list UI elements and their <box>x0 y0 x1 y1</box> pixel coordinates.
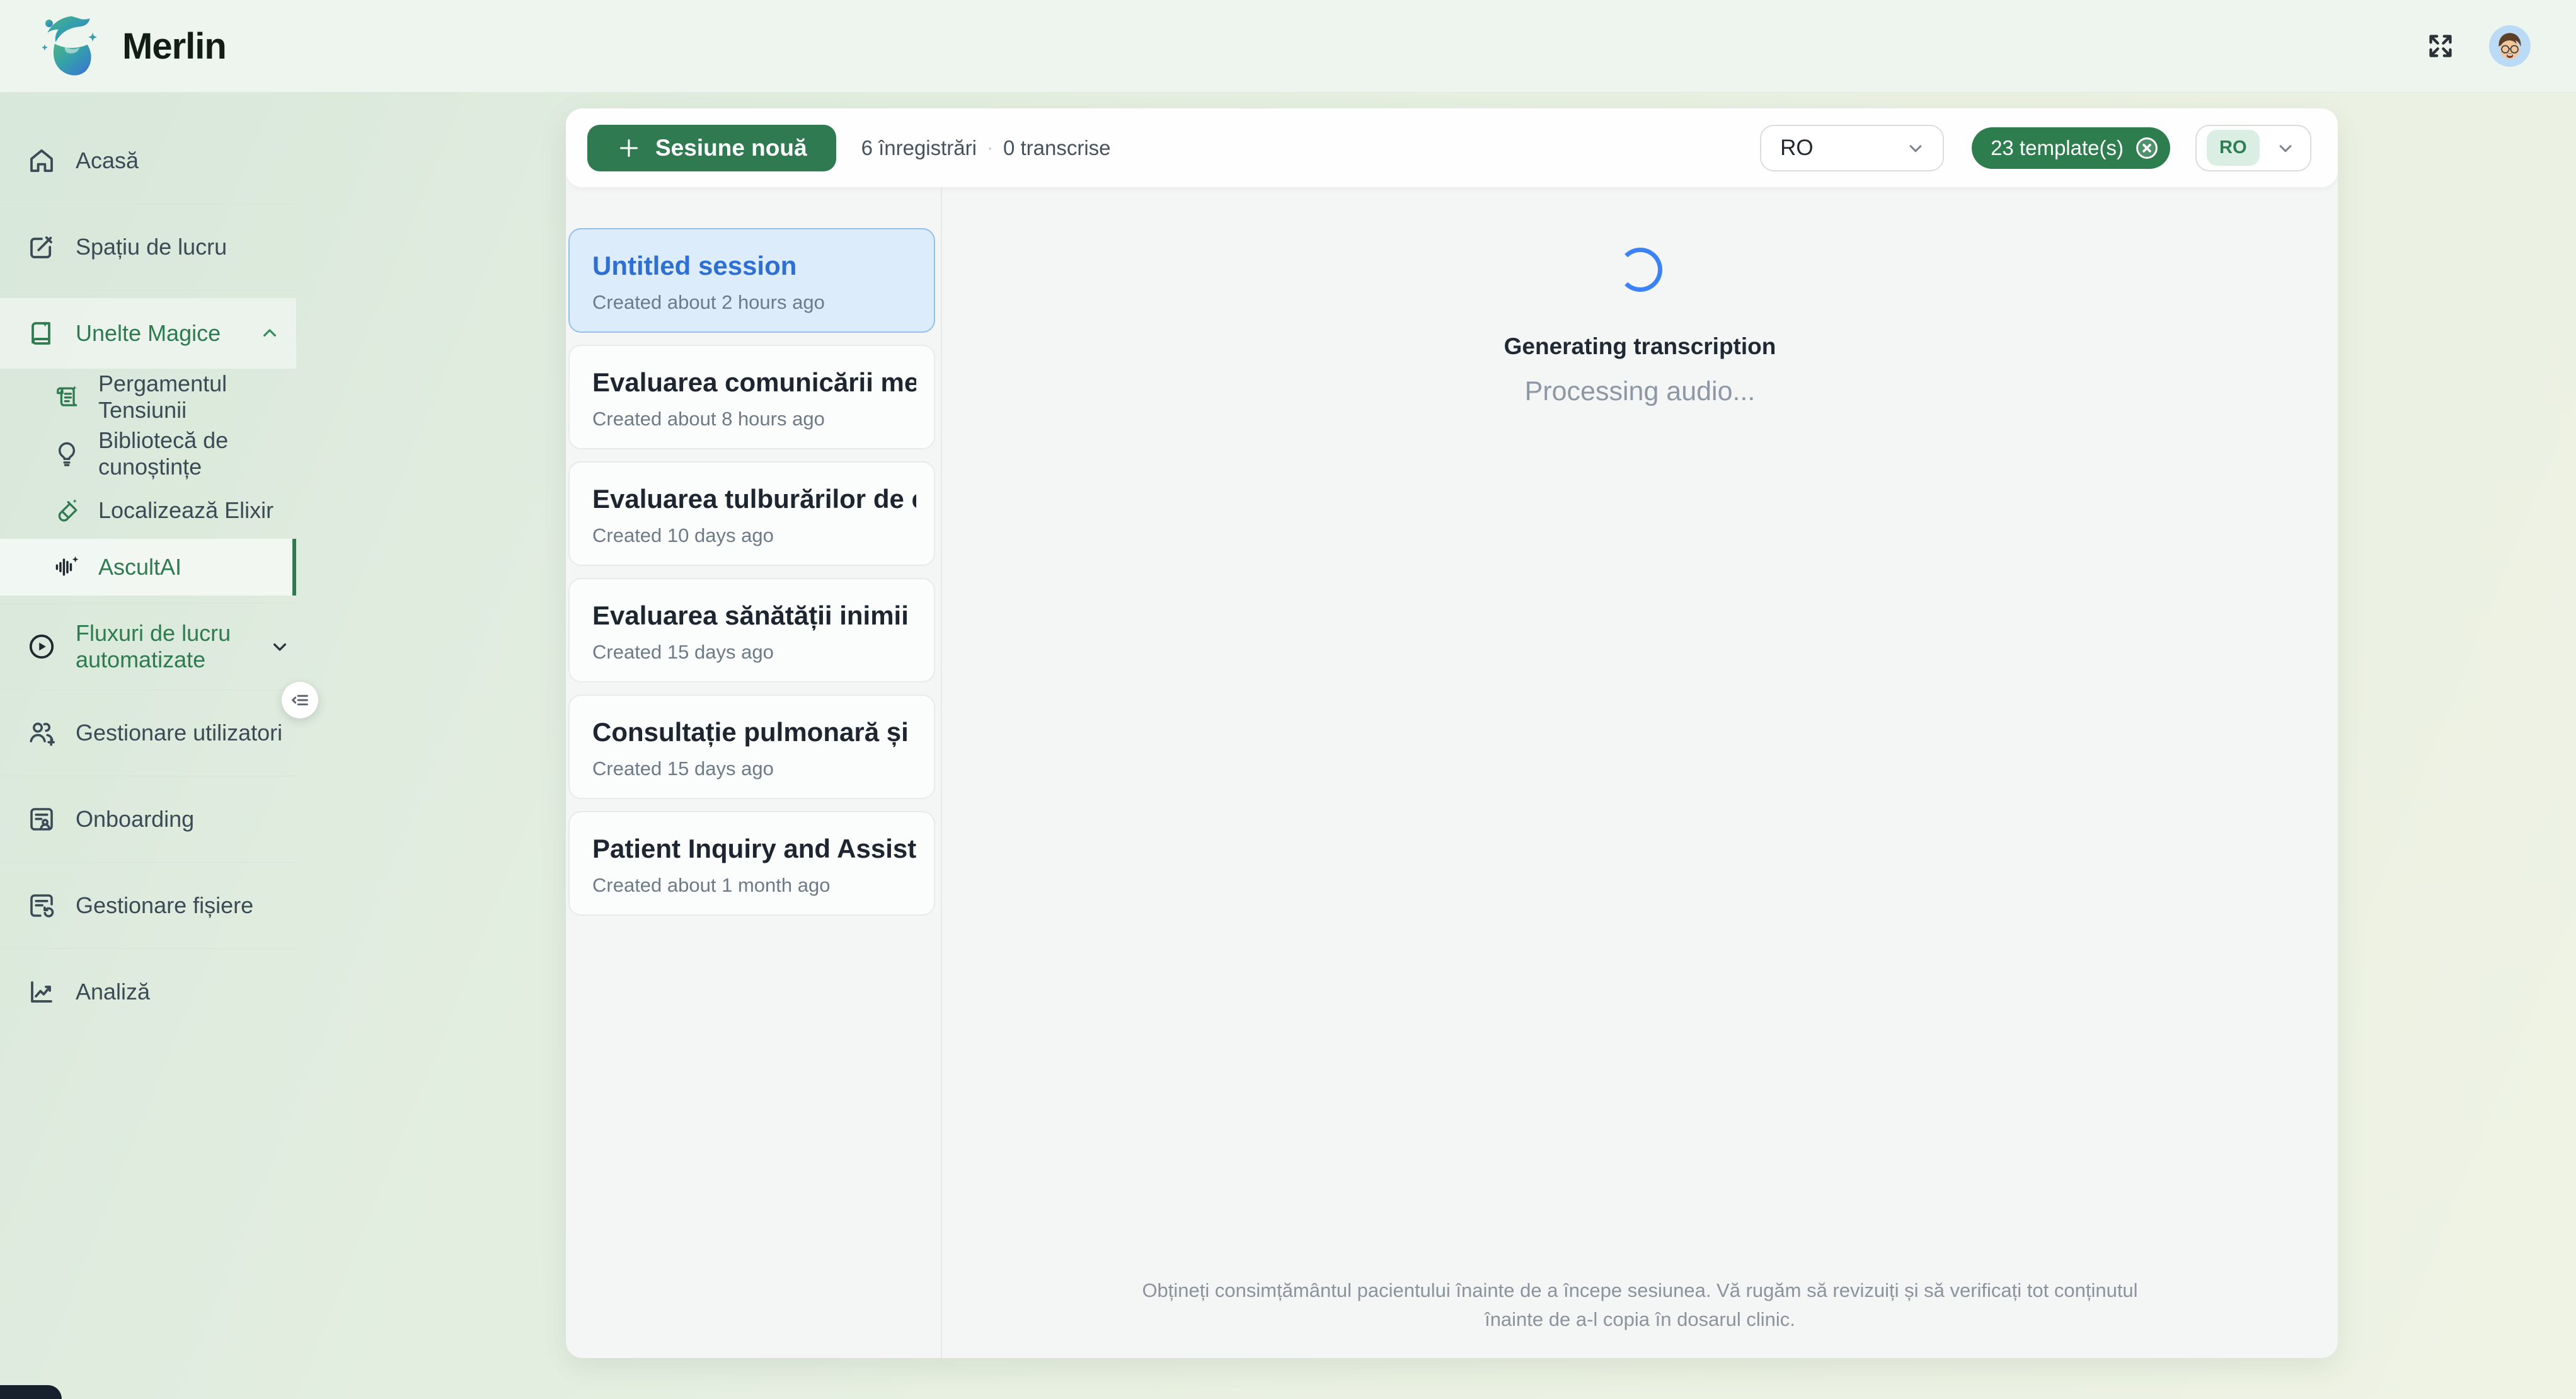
sidebar-item-label: Localizează Elixir <box>98 497 273 524</box>
templates-badge[interactable]: 23 template(s) <box>1972 127 2170 169</box>
app-title: Merlin <box>122 25 226 67</box>
app-header: Merlin <box>0 0 2576 93</box>
clear-templates-icon[interactable] <box>2134 135 2160 161</box>
file-sync-icon <box>26 890 57 921</box>
sidebar-item-label: Gestionare utilizatori <box>76 720 282 746</box>
sidebar-collapse-button[interactable] <box>282 682 318 718</box>
sidebar-item-pergamentul-tensiunii[interactable]: Pergamentul Tensiunii <box>0 369 296 425</box>
edit-square-icon <box>26 232 57 262</box>
sidebar-item-label: Analiză <box>76 979 150 1005</box>
session-created: Created 15 days ago <box>592 757 916 780</box>
sidebar-section-fluxuri-automatizate[interactable]: Fluxuri de lucru automatizate <box>0 611 296 682</box>
sidebar-section-unelte-magice[interactable]: Unelte Magice <box>0 298 296 369</box>
sidebar-item-label: Acasă <box>76 147 139 174</box>
chevron-up-icon <box>257 321 282 346</box>
sidebar-item-localizeaza-elixir[interactable]: Localizează Elixir <box>0 482 296 539</box>
sidebar-item-label: Onboarding <box>76 806 194 832</box>
sidebar-item-label: Fluxuri de lucru automatizate <box>76 620 248 673</box>
sidebar-item-label: Pergamentul Tensiunii <box>98 371 296 423</box>
analytics-chart-icon <box>26 977 57 1007</box>
session-created: Created 10 days ago <box>592 524 916 547</box>
session-title: Untitled session <box>592 250 916 282</box>
test-tube-sparkle-icon <box>53 497 81 524</box>
chevron-down-icon <box>1904 136 1928 160</box>
sidebar-item-label: Spațiu de lucru <box>76 234 227 260</box>
session-card[interactable]: Consultație pulmonară și suport ... Crea… <box>568 694 935 799</box>
sidebar-item-acasa[interactable]: Acasă <box>0 125 296 196</box>
corner-overlay-chip <box>0 1385 62 1399</box>
magic-book-icon <box>26 318 57 348</box>
sidebar-item-analiza[interactable]: Analiză <box>0 957 296 1027</box>
transcription-loading: Generating transcription Processing audi… <box>942 248 2338 407</box>
onboarding-document-icon <box>26 804 57 834</box>
session-toolbar: Sesiune nouă 6 înregistrări · 0 transcri… <box>566 108 2338 187</box>
session-title: Evaluarea comunicării medicale. <box>592 366 916 399</box>
session-card[interactable]: Evaluarea sănătății inimii Created 15 da… <box>568 578 935 682</box>
session-created: Created about 2 hours ago <box>592 291 916 314</box>
new-session-button[interactable]: Sesiune nouă <box>587 125 836 171</box>
collapse-sidebar-icon <box>289 689 311 711</box>
session-created: Created about 8 hours ago <box>592 408 916 430</box>
fullscreen-expand-icon <box>2425 30 2456 62</box>
stats-separator: · <box>987 137 993 159</box>
records-count: 6 înregistrări <box>861 136 977 160</box>
session-card[interactable]: Evaluarea comunicării medicale. Created … <box>568 345 935 449</box>
plus-icon <box>616 135 641 161</box>
loading-status-title: Generating transcription <box>1504 333 1776 360</box>
sidebar-item-ascultai[interactable]: AscultAI <box>0 539 296 596</box>
session-title: Patient Inquiry and Assistance <box>592 832 916 865</box>
loading-spinner <box>1618 248 1662 292</box>
sidebar-item-spatiu-de-lucru[interactable]: Spațiu de lucru <box>0 212 296 282</box>
session-created: Created about 1 month ago <box>592 874 916 897</box>
main-panel: Sesiune nouă 6 înregistrări · 0 transcri… <box>566 108 2338 1358</box>
session-card[interactable]: Patient Inquiry and Assistance Created a… <box>568 811 935 916</box>
sidebar-item-label: AscultAI <box>98 554 181 580</box>
sidebar-item-gestionare-fisiere[interactable]: Gestionare fișiere <box>0 870 296 941</box>
consent-disclaimer: Obțineți consimțământul pacientului înai… <box>1124 1276 2157 1334</box>
sidebar-item-onboarding[interactable]: Onboarding <box>0 784 296 855</box>
session-title: Evaluarea tulburărilor de comuni... <box>592 483 916 515</box>
fullscreen-button[interactable] <box>2425 30 2456 62</box>
session-stats: 6 înregistrări · 0 transcrise <box>861 136 1111 160</box>
new-session-label: Sesiune nouă <box>655 135 807 161</box>
session-created: Created 15 days ago <box>592 641 916 664</box>
language-select[interactable]: RO <box>1760 125 1944 171</box>
session-title: Evaluarea sănătății inimii <box>592 599 916 632</box>
session-title: Consultație pulmonară și suport ... <box>592 716 916 749</box>
avatar-image <box>2489 25 2531 67</box>
users-plus-icon <box>26 718 57 748</box>
language-select-value: RO <box>1780 135 1814 161</box>
loading-status-subtitle: Processing audio... <box>1525 376 1756 407</box>
user-avatar[interactable] <box>2489 25 2531 67</box>
waveform-sparkle-icon <box>53 553 81 581</box>
transcription-panel: Generating transcription Processing audi… <box>942 187 2338 1358</box>
chevron-down-icon <box>2274 136 2297 160</box>
app-logo: Merlin <box>35 11 226 81</box>
template-language-value: RO <box>2207 130 2260 166</box>
sidebar-item-label: Unelte Magice <box>76 320 221 347</box>
sidebar-item-gestionare-utilizatori[interactable]: Gestionare utilizatori <box>0 698 296 768</box>
chevron-down-icon <box>267 634 292 659</box>
sidebar-group-unelte-magice: Unelte Magice Pergamentul Tensiunii Bibl… <box>0 291 296 604</box>
session-card[interactable]: Evaluarea tulburărilor de comuni... Crea… <box>568 461 935 566</box>
templates-badge-label: 23 template(s) <box>1991 136 2124 160</box>
transcribed-count: 0 transcrise <box>1003 136 1111 160</box>
session-card[interactable]: Untitled session Created about 2 hours a… <box>568 228 935 333</box>
home-icon <box>26 146 57 176</box>
lightbulb-icon <box>53 440 81 468</box>
session-list: Untitled session Created about 2 hours a… <box>566 187 942 1358</box>
play-circle-icon <box>26 631 57 662</box>
scroll-icon <box>53 383 81 411</box>
sidebar-item-biblioteca-de-cunostinte[interactable]: Bibliotecă de cunoștințe <box>0 425 296 482</box>
merlin-wizard-logo-icon <box>35 11 106 81</box>
template-language-select[interactable]: RO <box>2195 125 2311 171</box>
sidebar-item-label: Gestionare fișiere <box>76 892 253 919</box>
sidebar: Acasă Spațiu de lucru Unelte Magice <box>0 93 296 1399</box>
sidebar-item-label: Bibliotecă de cunoștințe <box>98 427 296 480</box>
